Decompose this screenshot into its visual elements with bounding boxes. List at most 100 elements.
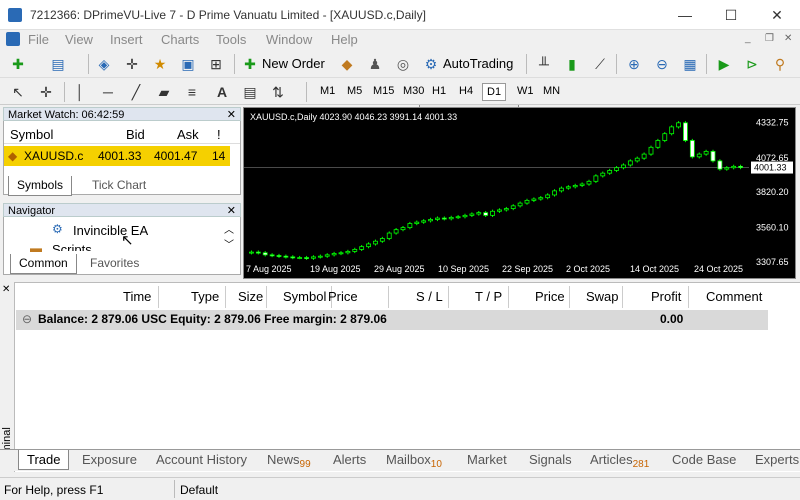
mdi-restore-icon[interactable]: ❐ bbox=[765, 33, 774, 44]
status-bar: For Help, press F1 Default bbox=[0, 477, 800, 500]
tab-signals[interactable]: Signals bbox=[529, 452, 572, 467]
nav-item-scripts[interactable]: Scripts bbox=[52, 242, 92, 251]
metaeditor-icon[interactable]: ◆ bbox=[337, 54, 357, 74]
nav-item-invincible-ea[interactable]: Invincible EA bbox=[73, 223, 148, 238]
candlestick-icon[interactable]: ▮ bbox=[562, 54, 582, 74]
strategy-tester-icon[interactable]: ⊞ bbox=[206, 54, 226, 74]
column-symbol[interactable]: Symbol bbox=[10, 127, 53, 142]
candle-body bbox=[345, 251, 351, 254]
menu-charts[interactable]: Charts bbox=[161, 32, 199, 47]
col-price[interactable]: Price bbox=[328, 289, 358, 304]
arrows-icon[interactable]: ⇅ bbox=[268, 82, 288, 102]
tab-trade[interactable]: Trade bbox=[18, 450, 70, 470]
col-profit[interactable]: Profit bbox=[651, 289, 681, 304]
search-icon[interactable]: ⚲ bbox=[770, 54, 790, 74]
col-type[interactable]: Type bbox=[191, 289, 219, 304]
price-chart[interactable]: XAUUSD.c,Daily 4023.90 4046.23 3991.14 4… bbox=[243, 107, 796, 279]
close-navigator-icon[interactable]: ✕ bbox=[227, 204, 236, 218]
tab-account-history[interactable]: Account History bbox=[156, 452, 247, 467]
column-spread[interactable]: ! bbox=[217, 127, 221, 142]
line-chart-icon[interactable]: ⟋ bbox=[590, 54, 610, 74]
column-bid[interactable]: Bid bbox=[126, 127, 145, 142]
timeframe-d1[interactable]: D1 bbox=[482, 83, 507, 101]
new-order-icon[interactable]: ✚ bbox=[240, 54, 260, 74]
tab-news[interactable]: News99 bbox=[267, 452, 311, 470]
tab-favorites[interactable]: Favorites bbox=[82, 254, 147, 274]
timeframe-m30[interactable]: M30 bbox=[399, 83, 428, 101]
timeframe-m5[interactable]: M5 bbox=[343, 83, 366, 101]
menu-view[interactable]: View bbox=[65, 32, 93, 47]
vertical-line-icon[interactable]: │ bbox=[70, 82, 90, 102]
terminal-sidebar: ✕ Terminal bbox=[0, 282, 15, 472]
maximize-button[interactable]: ☐ bbox=[708, 0, 754, 30]
autoscroll-icon[interactable]: ▶ bbox=[714, 54, 734, 74]
col-current-price[interactable]: Price bbox=[535, 289, 565, 304]
fibonacci-icon[interactable]: ≡ bbox=[182, 82, 202, 102]
cursor-icon[interactable]: ↖ bbox=[8, 82, 28, 102]
horizontal-line-icon[interactable]: ─ bbox=[98, 82, 118, 102]
scroll-down-icon[interactable]: ﹀ bbox=[224, 236, 234, 251]
menu-window[interactable]: Window bbox=[266, 32, 312, 47]
close-terminal-icon[interactable]: ✕ bbox=[2, 284, 10, 295]
menu-insert[interactable]: Insert bbox=[110, 32, 143, 47]
timeframe-h4[interactable]: H4 bbox=[455, 83, 477, 101]
tab-tick-chart[interactable]: Tick Chart bbox=[84, 176, 154, 196]
trendline-icon[interactable]: ╱ bbox=[126, 82, 146, 102]
tab-code-base[interactable]: Code Base bbox=[672, 452, 736, 467]
mdi-close-icon[interactable]: ✕ bbox=[784, 33, 792, 44]
tile-windows-icon[interactable]: ▦ bbox=[680, 54, 700, 74]
text-tool-icon[interactable]: A bbox=[212, 82, 232, 102]
tab-market[interactable]: Market bbox=[467, 452, 507, 467]
tab-exposure[interactable]: Exposure bbox=[82, 452, 137, 467]
new-chart-icon[interactable]: ✚ bbox=[8, 54, 28, 74]
col-tp[interactable]: T / P bbox=[475, 289, 502, 304]
text-label-icon[interactable]: ▤ bbox=[240, 82, 260, 102]
signals-icon[interactable]: ♟ bbox=[365, 54, 385, 74]
x-tick-label: 22 Sep 2025 bbox=[502, 264, 553, 274]
navigator-icon[interactable]: ★ bbox=[150, 54, 170, 74]
broadcast-icon[interactable]: ◎ bbox=[393, 54, 413, 74]
tab-symbols[interactable]: Symbols bbox=[8, 176, 73, 196]
candle-body bbox=[428, 219, 433, 222]
col-time[interactable]: Time bbox=[123, 289, 151, 304]
col-symbol[interactable]: Symbol bbox=[283, 289, 326, 304]
timeframe-mn[interactable]: MN bbox=[539, 83, 564, 101]
bar-chart-icon[interactable]: ╨ bbox=[534, 54, 554, 74]
menu-file[interactable]: File bbox=[28, 32, 49, 47]
mdi-minimize-icon[interactable]: _ bbox=[745, 33, 751, 44]
crosshair-icon[interactable]: ✛ bbox=[36, 82, 56, 102]
close-market-watch-icon[interactable]: ✕ bbox=[227, 108, 236, 122]
col-swap[interactable]: Swap bbox=[586, 289, 619, 304]
timeframe-w1[interactable]: W1 bbox=[513, 83, 538, 101]
symbol-row-xauusd[interactable]: ◆ XAUUSD.c 4001.33 4001.47 14 bbox=[4, 146, 230, 166]
terminal-icon[interactable]: ▣ bbox=[178, 54, 198, 74]
zoom-in-icon[interactable]: ⊕ bbox=[624, 54, 644, 74]
candle-body bbox=[476, 212, 482, 215]
close-button[interactable]: ✕ bbox=[754, 0, 800, 30]
equidistant-channel-icon[interactable]: ▰ bbox=[154, 82, 174, 102]
tab-experts[interactable]: Experts bbox=[755, 452, 799, 467]
menu-tools[interactable]: Tools bbox=[216, 32, 246, 47]
minimize-button[interactable]: — bbox=[662, 0, 708, 30]
timeframe-m1[interactable]: M1 bbox=[316, 83, 339, 101]
candle-body bbox=[497, 209, 502, 212]
column-ask[interactable]: Ask bbox=[177, 127, 199, 142]
balance-row[interactable]: ⊖ Balance: 2 879.06 USC Equity: 2 879.06… bbox=[16, 310, 768, 330]
col-sl[interactable]: S / L bbox=[416, 289, 443, 304]
timeframe-h1[interactable]: H1 bbox=[428, 83, 450, 101]
new-order-button[interactable]: New Order bbox=[262, 56, 325, 71]
chart-shift-icon[interactable]: ⊳ bbox=[742, 54, 762, 74]
timeframe-m15[interactable]: M15 bbox=[369, 83, 398, 101]
tab-articles[interactable]: Articles281 bbox=[590, 452, 649, 470]
profiles-icon[interactable]: ▤ bbox=[48, 54, 68, 74]
data-window-icon[interactable]: ✛ bbox=[122, 54, 142, 74]
tab-alerts[interactable]: Alerts bbox=[333, 452, 366, 467]
col-size[interactable]: Size bbox=[238, 289, 263, 304]
tab-common[interactable]: Common bbox=[10, 254, 77, 274]
menu-help[interactable]: Help bbox=[331, 32, 358, 47]
zoom-out-icon[interactable]: ⊖ bbox=[652, 54, 672, 74]
col-comment[interactable]: Comment bbox=[706, 289, 762, 304]
tab-mailbox[interactable]: Mailbox10 bbox=[386, 452, 442, 470]
scroll-up-icon[interactable]: ︿ bbox=[224, 221, 234, 236]
market-watch-icon[interactable]: ◈ bbox=[94, 54, 114, 74]
